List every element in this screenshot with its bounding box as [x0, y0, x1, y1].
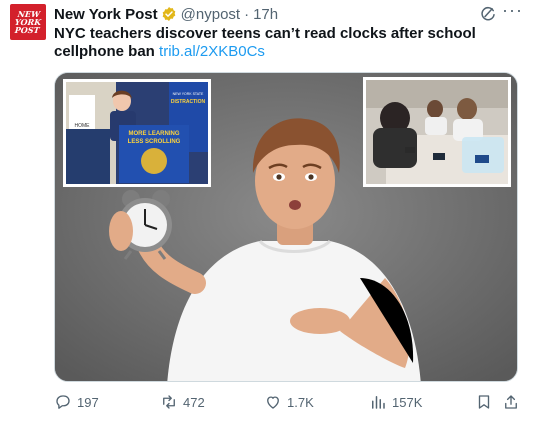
share-icon: [505, 395, 517, 409]
repost-count: 472: [183, 394, 205, 410]
bookmark-button[interactable]: [475, 392, 498, 412]
views-icon: [372, 396, 385, 409]
share-button[interactable]: [502, 392, 525, 412]
svg-text:NEW YORK STATE: NEW YORK STATE: [173, 92, 204, 96]
inset-classroom: [363, 77, 511, 187]
boy-hand: [290, 308, 350, 334]
svg-text:MORE LEARNING: MORE LEARNING: [129, 131, 180, 137]
post-card[interactable]: NEW YORK POST New York Post @nypost · 17…: [0, 0, 537, 447]
like-icon: [267, 396, 279, 409]
author-handle[interactable]: @nypost: [181, 6, 240, 23]
action-bar: 197 472 1.7K 157K: [54, 392, 520, 412]
post-link[interactable]: trib.al/2XKB0Cs: [159, 43, 265, 60]
bookmark-icon: [478, 395, 490, 409]
post-time[interactable]: 17h: [253, 6, 278, 23]
views-button[interactable]: 157K: [369, 392, 422, 412]
reply-count: 197: [77, 394, 99, 410]
reply-button[interactable]: 197: [54, 392, 99, 412]
post-body: NYC teachers discover teens can’t read c…: [54, 25, 476, 60]
grok-icon[interactable]: [479, 5, 497, 23]
post-text: NYC teachers discover teens can’t read c…: [54, 25, 524, 61]
separator-dot: ·: [244, 5, 250, 23]
article-photo: HOME NEW YORK STATE DISTRACTION MORE LEA…: [55, 73, 517, 381]
avatar[interactable]: NEW YORK POST: [10, 4, 46, 40]
svg-text:LESS SCROLLING: LESS SCROLLING: [128, 139, 181, 145]
inset-press-conference: HOME NEW YORK STATE DISTRACTION MORE LEA…: [63, 79, 211, 187]
like-count: 1.7K: [287, 394, 314, 410]
views-count: 157K: [392, 394, 423, 410]
repost-button[interactable]: 472: [160, 392, 205, 412]
reply-icon: [56, 395, 70, 409]
more-icon[interactable]: ···: [502, 1, 522, 21]
like-button[interactable]: 1.7K: [264, 392, 314, 412]
nypost-logo: NEW YORK POST: [14, 9, 42, 35]
repost-icon: [163, 395, 175, 409]
verified-badge-icon: [162, 7, 175, 21]
post-header: New York Post @nypost · 17h: [54, 5, 278, 23]
post-image[interactable]: HOME NEW YORK STATE DISTRACTION MORE LEA…: [54, 72, 518, 382]
author-name[interactable]: New York Post: [54, 6, 158, 23]
svg-text:DISTRACTION: DISTRACTION: [171, 99, 206, 105]
svg-text:HOME: HOME: [75, 123, 91, 129]
